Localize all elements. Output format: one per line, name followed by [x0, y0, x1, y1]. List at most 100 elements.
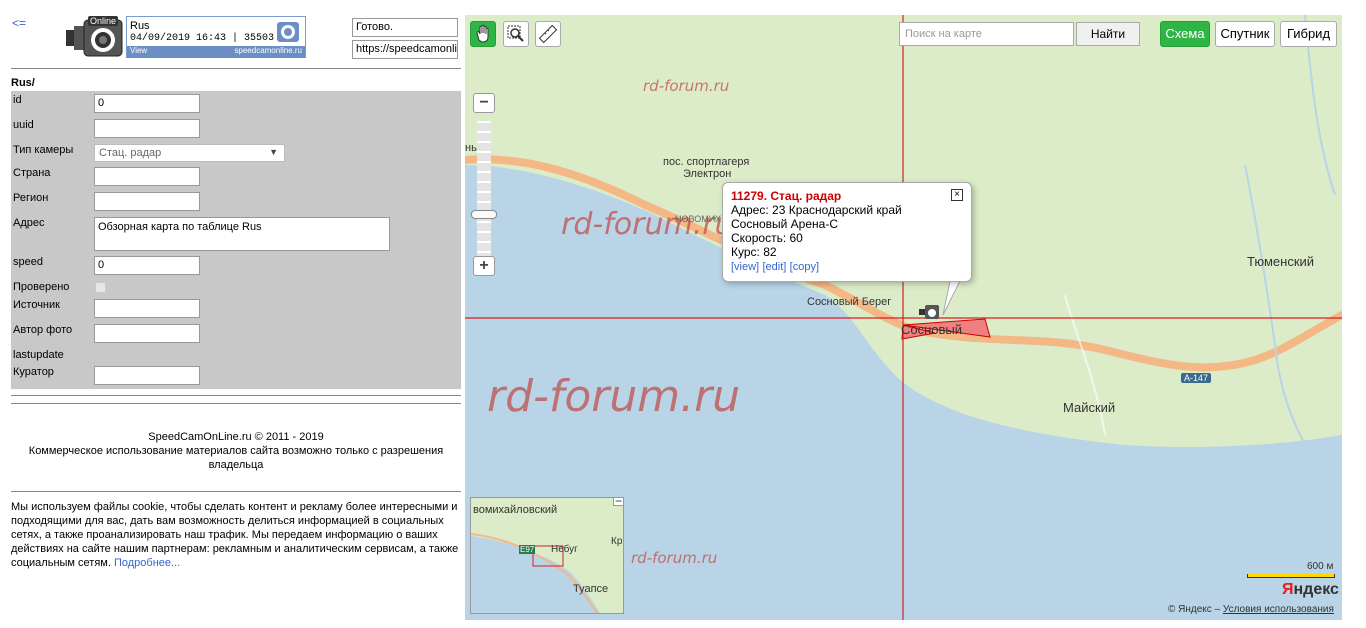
- camera-marker-icon: [919, 305, 939, 319]
- camera-type-select[interactable]: Стац. радар ▼: [94, 144, 285, 162]
- url-field[interactable]: https://speedcamonline.ru: [352, 40, 458, 59]
- photo-author-label: Автор фото: [13, 324, 73, 336]
- checked-checkbox[interactable]: [95, 282, 106, 293]
- popup-close-icon[interactable]: ×: [951, 189, 963, 201]
- camera-popup: 11279. Стац. радар Адрес: 23 Краснодарск…: [722, 182, 972, 282]
- zoom-slider-thumb[interactable]: [471, 210, 497, 219]
- minimap-label-novomikh: вомихайловский: [473, 504, 558, 516]
- magnifier-icon: [507, 25, 524, 42]
- divider: [11, 403, 461, 404]
- curator-label: Куратор: [13, 366, 54, 378]
- uuid-input[interactable]: [94, 119, 200, 138]
- region-input[interactable]: [94, 192, 200, 211]
- map-type-hybrid-button[interactable]: Гибрид: [1280, 21, 1337, 47]
- popup-edit-link[interactable]: [edit]: [762, 261, 786, 273]
- form-title: Rus/: [11, 77, 35, 89]
- map-label-camp: пос. спортлагеря: [663, 156, 750, 168]
- yandex-logo: Яндекс: [1282, 581, 1339, 598]
- infobox-view-label[interactable]: View: [130, 46, 147, 55]
- map-type-satellite-button[interactable]: Спутник: [1215, 21, 1275, 47]
- footer-notice: Коммерческое использование материалов са…: [28, 445, 444, 471]
- divider: [11, 68, 461, 69]
- id-label: id: [13, 94, 22, 106]
- map-scale-bar: [1247, 574, 1335, 578]
- minimap-label-kr: Кр: [611, 536, 623, 547]
- popup-course: Курс: 82: [731, 245, 777, 259]
- infobox-footer-bar: View speedcamonline.ru: [127, 46, 305, 58]
- infobox-site: speedcamonline.ru: [234, 46, 302, 55]
- camera-type-label: Тип камеры: [13, 144, 74, 156]
- hand-icon: [476, 24, 489, 43]
- source-input[interactable]: [94, 299, 200, 318]
- minimap-label-nebug: Небуг: [551, 544, 578, 555]
- popup-address-line2: Сосновый Арена-С: [731, 217, 838, 231]
- watermark: rd-forum.ru: [643, 77, 730, 95]
- divider: [11, 491, 461, 492]
- minimap[interactable]: вомихайловский Небуг Туапсе Кр E97 −: [470, 497, 624, 614]
- back-link[interactable]: <=: [12, 16, 26, 30]
- ruler-tool-button[interactable]: [535, 21, 561, 47]
- footer-copyright: SpeedCamOnLine.ru © 2011 - 2019: [148, 431, 324, 443]
- watermark: rd-forum.ru: [561, 207, 734, 242]
- camera-icon: [277, 22, 299, 42]
- cookie-more-link[interactable]: Подробнее...: [114, 557, 180, 569]
- curator-input[interactable]: [94, 366, 200, 385]
- map-label-electron: Электрон: [683, 168, 732, 180]
- watermark: rd-forum.ru: [631, 549, 718, 567]
- popup-title: 11279. Стац. радар: [731, 189, 842, 203]
- minimap-road-badge: E97: [519, 545, 536, 554]
- infobox-datetime: 04/09/2019 16:43 | 35503: [130, 33, 275, 44]
- left-panel: <= Online Rus 04/09/2019 16:43 | 35503 V…: [0, 0, 465, 628]
- ruler-icon: [538, 24, 558, 44]
- address-label: Адрес: [13, 217, 45, 229]
- status-field: Готово.: [352, 18, 458, 37]
- popup-copy-link[interactable]: [copy]: [790, 261, 819, 273]
- map-copyright: © Яндекс – Условия использования: [1168, 604, 1334, 615]
- map-search-button[interactable]: Найти: [1076, 22, 1140, 46]
- zoom-area-tool-button[interactable]: [503, 21, 529, 47]
- map-scale-label: 600 м: [1307, 561, 1334, 572]
- source-label: Источник: [13, 299, 60, 311]
- map-label-sosnoviy: Сосновый: [901, 322, 963, 337]
- speed-label: speed: [13, 256, 43, 268]
- map-search-input[interactable]: Поиск на карте: [899, 22, 1074, 46]
- minimap-label-tuapse: Туапсе: [573, 583, 609, 595]
- zoom-in-button[interactable]: +: [473, 256, 495, 276]
- terms-link[interactable]: Условия использования: [1223, 604, 1334, 615]
- map-label-maysky: Майский: [1063, 400, 1116, 415]
- zoom-out-button[interactable]: −: [473, 93, 495, 113]
- camera-infobox: Rus 04/09/2019 16:43 | 35503 View speedc…: [126, 16, 306, 58]
- pan-tool-button[interactable]: [470, 21, 496, 47]
- checked-label: Проверено: [13, 281, 70, 293]
- minimap-collapse-button[interactable]: −: [613, 498, 623, 507]
- country-label: Страна: [13, 167, 51, 179]
- map-view[interactable]: rd-forum.ru rd-forum.ru rd-forum.ru rd-f…: [465, 15, 1342, 620]
- cookie-text: Мы используем файлы cookie, чтобы сделат…: [11, 501, 459, 569]
- map-label-sosnoviy-bereg: Сосновый Берег: [807, 296, 892, 308]
- lastupdate-label: lastupdate: [13, 349, 64, 361]
- id-input[interactable]: 0: [94, 94, 200, 113]
- site-footer: SpeedCamOnLine.ru © 2011 - 2019 Коммерче…: [11, 430, 461, 472]
- photo-author-input[interactable]: [94, 324, 200, 343]
- zoom-slider-track[interactable]: [477, 121, 491, 261]
- camera-type-value: Стац. радар: [99, 147, 162, 159]
- country-input[interactable]: [94, 167, 200, 186]
- uuid-label: uuid: [13, 119, 34, 131]
- map-label-novomikh: НОВОМИХ: [675, 214, 722, 224]
- popup-speed: Скорость: 60: [731, 231, 803, 245]
- popup-address: Адрес: 23 Краснодарский край: [731, 203, 902, 217]
- divider: [11, 395, 461, 396]
- chevron-down-icon: ▼: [269, 147, 278, 157]
- map-type-scheme-button[interactable]: Схема: [1160, 21, 1210, 47]
- region-label: Регион: [13, 192, 49, 204]
- speed-input[interactable]: 0: [94, 256, 200, 275]
- infobox-country: Rus: [130, 20, 150, 32]
- logo-online-label: Online: [88, 16, 119, 26]
- copyright-text: © Яндекс –: [1168, 604, 1223, 615]
- map-label-tyumensky: Тюменский: [1247, 254, 1315, 269]
- map-label-edge: нь: [465, 142, 477, 154]
- watermark: rd-forum.ru: [487, 371, 741, 422]
- address-textarea[interactable]: Обзорная карта по таблице Rus: [94, 217, 390, 251]
- popup-view-link[interactable]: [view]: [731, 261, 759, 273]
- map-label-road: А-147: [1181, 373, 1212, 383]
